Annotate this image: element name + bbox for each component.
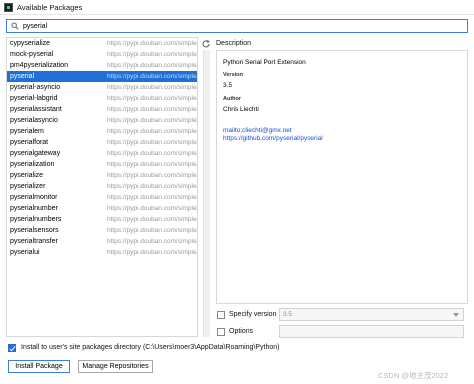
package-name: pyserialmonitor <box>10 194 58 201</box>
package-row[interactable]: pyserialization https://pypi.douban.com/s… <box>7 159 197 170</box>
package-row[interactable]: pyserialtransfer https://pypi.douban.com/… <box>7 236 197 247</box>
package-source: https://pypi.douban.com/simple/ <box>107 84 198 91</box>
package-name: pyserialize <box>10 172 44 179</box>
package-name: pyserialforat <box>10 139 49 146</box>
specify-version-row: Specify version 3.5 <box>217 308 467 322</box>
install-to-user-label: Install to user's site packages director… <box>21 344 280 351</box>
watermark: CSDN @地主茂2022 <box>378 371 449 380</box>
package-source: https://pypi.douban.com/simple/ <box>107 194 198 201</box>
package-row[interactable]: pyserializer https://pypi.douban.com/simp… <box>7 181 197 192</box>
package-source: https://pypi.douban.com/simple/ <box>107 172 198 179</box>
options-input[interactable] <box>279 325 464 338</box>
package-row[interactable]: pyserialsensors https://pypi.douban.com/s… <box>7 225 197 236</box>
package-name: pyserialgateway <box>10 150 61 157</box>
install-package-button[interactable]: Install Package <box>8 360 70 373</box>
package-source: https://pypi.douban.com/simple/ <box>107 106 198 113</box>
package-source: https://pypi.douban.com/simple/ <box>107 62 198 69</box>
package-name: pyserialassistant <box>10 106 62 113</box>
specify-version-checkbox[interactable] <box>217 311 225 319</box>
author-value: Chris Liechti <box>223 106 259 113</box>
version-value: 3.5 <box>223 82 233 89</box>
package-source: https://pypi.douban.com/simple/ <box>107 227 198 234</box>
package-source: https://pypi.douban.com/simple/ <box>107 205 198 212</box>
package-list[interactable]: cypyserialize https://pypi.douban.com/sim… <box>6 37 198 337</box>
package-source: https://pypi.douban.com/simple/ <box>107 51 198 58</box>
package-row[interactable]: pyserialasyncio https://pypi.douban.com/s… <box>7 115 197 126</box>
package-row[interactable]: mock-pyserial https://pypi.douban.com/sim… <box>7 49 197 60</box>
package-row[interactable]: pyserial-asyncio https://pypi.douban.com/… <box>7 82 197 93</box>
package-name: pyserialnumber <box>10 205 58 212</box>
author-label: Author <box>223 96 242 102</box>
list-scrollbar[interactable] <box>203 50 210 337</box>
package-name: pyserial-labgrid <box>10 95 58 102</box>
package-source: https://pypi.douban.com/simple/ <box>107 139 198 146</box>
package-row[interactable]: pyserialforat https://pypi.douban.com/sim… <box>7 137 197 148</box>
package-name: pyserialtransfer <box>10 238 58 245</box>
package-source: https://pypi.douban.com/simple/ <box>107 73 198 80</box>
package-row[interactable]: pyserialmonitor https://pypi.douban.com/s… <box>7 192 197 203</box>
refresh-icon[interactable] <box>201 39 211 49</box>
package-row[interactable]: pyserialem https://pypi.douban.com/simple… <box>7 126 197 137</box>
package-source: https://pypi.douban.com/simple/ <box>107 40 198 47</box>
package-row[interactable]: pm4pyserialization https://pypi.douban.co… <box>7 60 197 71</box>
version-dropdown[interactable]: 3.5 <box>279 308 464 321</box>
package-name: pyserialization <box>10 161 55 168</box>
package-name: cypyserialize <box>10 40 51 47</box>
pycharm-app-icon <box>4 3 13 12</box>
version-dropdown-value: 3.5 <box>283 311 293 318</box>
package-name: pyserialnumbers <box>10 216 62 223</box>
options-label: Options <box>229 328 254 335</box>
options-checkbox[interactable] <box>217 328 225 336</box>
homepage-link[interactable]: https://github.com/pyserial/pyserial <box>223 135 323 142</box>
package-source: https://pypi.douban.com/simple/ <box>107 150 198 157</box>
package-row[interactable]: pyserialgateway https://pypi.douban.com/s… <box>7 148 197 159</box>
package-row[interactable]: cypyserialize https://pypi.douban.com/sim… <box>7 38 197 49</box>
version-label: Version <box>223 72 243 78</box>
package-search-field[interactable]: pyserial <box>6 19 468 33</box>
package-source: https://pypi.douban.com/simple/ <box>107 238 198 245</box>
package-row[interactable]: pyserial https://pypi.douban.com/simple/ <box>7 71 197 82</box>
specify-version-label: Specify version <box>229 311 277 318</box>
package-name: pyserialasyncio <box>10 117 58 124</box>
manage-repositories-button[interactable]: Manage Repositories <box>78 360 153 373</box>
chevron-down-icon <box>453 313 459 317</box>
description-panel: Python Serial Port Extension Version 3.5… <box>216 50 468 304</box>
package-source: https://pypi.douban.com/simple/ <box>107 95 198 102</box>
install-to-user-checkbox[interactable] <box>8 344 16 352</box>
package-source: https://pypi.douban.com/simple/ <box>107 128 198 135</box>
package-name: pyserial <box>10 73 35 80</box>
package-row[interactable]: pyserialnumbers https://pypi.douban.com/s… <box>7 214 197 225</box>
package-name: pyserialui <box>10 249 40 256</box>
package-name: pyserialsensors <box>10 227 59 234</box>
package-row[interactable]: pyserialnumber https://pypi.douban.com/si… <box>7 203 197 214</box>
package-name: mock-pyserial <box>10 51 54 58</box>
package-name: pyserial-asyncio <box>10 84 61 91</box>
package-name: pyserializer <box>10 183 46 190</box>
description-heading: Description <box>216 40 252 47</box>
package-name: pyserialem <box>10 128 44 135</box>
package-source: https://pypi.douban.com/simple/ <box>107 216 198 223</box>
package-source: https://pypi.douban.com/simple/ <box>107 183 198 190</box>
window-title: Available Packages <box>17 3 83 12</box>
options-row: Options <box>217 325 467 339</box>
author-email-link[interactable]: mailto:cliechti@gmx.net <box>223 127 292 134</box>
package-summary: Python Serial Port Extension <box>223 59 306 66</box>
package-row[interactable]: pyserialize https://pypi.douban.com/simpl… <box>7 170 197 181</box>
package-row[interactable]: pyserialui https://pypi.douban.com/simple… <box>7 247 197 258</box>
package-row[interactable]: pyserialassistant https://pypi.douban.com… <box>7 104 197 115</box>
search-input-value[interactable]: pyserial <box>23 23 47 30</box>
package-source: https://pypi.douban.com/simple/ <box>107 249 198 256</box>
package-source: https://pypi.douban.com/simple/ <box>107 117 198 124</box>
search-icon <box>11 22 19 30</box>
package-name: pm4pyserialization <box>10 62 68 69</box>
package-row[interactable]: pyserial-labgrid https://pypi.douban.com/… <box>7 93 197 104</box>
title-bar: Available Packages <box>0 0 474 15</box>
package-source: https://pypi.douban.com/simple/ <box>107 161 198 168</box>
